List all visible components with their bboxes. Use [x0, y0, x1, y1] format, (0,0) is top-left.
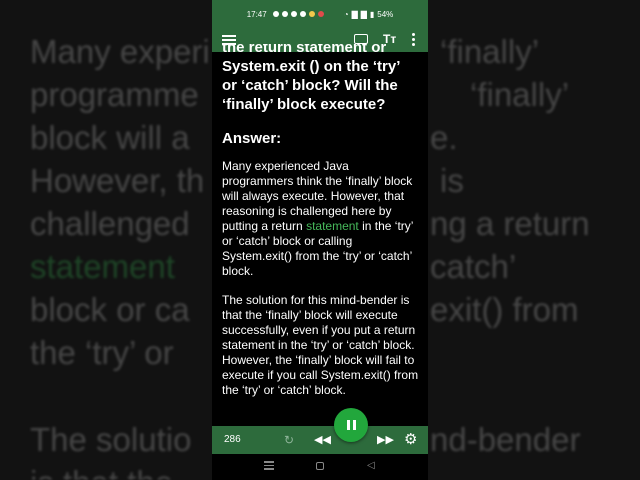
notification-icon	[281, 11, 288, 17]
position-counter: 286	[224, 434, 241, 445]
battery-level: 54%	[377, 9, 394, 19]
question-line: or ‘catch’ block? Will the	[222, 77, 398, 94]
recent-apps-icon[interactable]	[264, 461, 274, 472]
statement-link[interactable]: statement	[306, 219, 359, 233]
question-line: System.exit () on the ‘try’	[222, 58, 401, 75]
notification-icon	[317, 11, 324, 17]
notification-icon	[299, 11, 306, 17]
notification-icons	[272, 11, 324, 17]
signal-icon: ▇	[360, 9, 367, 19]
player-bar: 286 ↻ ◀◀ ▶▶ ⚙	[212, 426, 428, 454]
system-nav-bar: ◁	[212, 454, 428, 480]
answer-paragraph-1: Many experienced Java programmers think …	[222, 159, 414, 278]
phone-screen: 17:47 ◔ ▇ ▇ ▮ 54% Tт the return statemen…	[212, 0, 428, 480]
signal-icon: ▇	[351, 9, 358, 19]
repeat-icon[interactable]: ↻	[284, 433, 294, 447]
system-icons: ◔ ▇ ▇ ▮ 54%	[344, 10, 394, 19]
question-line: the return statement or	[222, 44, 387, 56]
notification-icon	[290, 11, 297, 17]
question-text: the return statement or System.exit () o…	[222, 44, 422, 114]
notification-icon	[308, 11, 315, 17]
back-icon[interactable]: ◁	[367, 460, 375, 471]
home-icon[interactable]	[316, 462, 324, 470]
whatsapp-icon	[272, 11, 279, 17]
status-bar: 17:47 ◔ ▇ ▇ ▮ 54%	[212, 0, 428, 28]
wifi-icon: ◔	[343, 9, 349, 19]
fast-forward-icon[interactable]: ▶▶	[377, 433, 394, 446]
battery-icon: ▮	[369, 9, 375, 19]
gear-icon[interactable]: ⚙	[404, 430, 417, 448]
answer-heading: Answer:	[222, 130, 282, 147]
rewind-icon[interactable]: ◀◀	[314, 433, 331, 446]
pause-icon	[346, 420, 356, 430]
question-line: ‘finally’ block execute?	[222, 96, 386, 113]
status-time: 17:47	[246, 9, 267, 19]
article-content: the return statement or System.exit () o…	[222, 44, 422, 424]
pause-button[interactable]	[334, 408, 368, 442]
answer-paragraph-2: The solution for this mind-bender is tha…	[222, 293, 419, 397]
keyboard-icon[interactable]	[354, 34, 368, 44]
